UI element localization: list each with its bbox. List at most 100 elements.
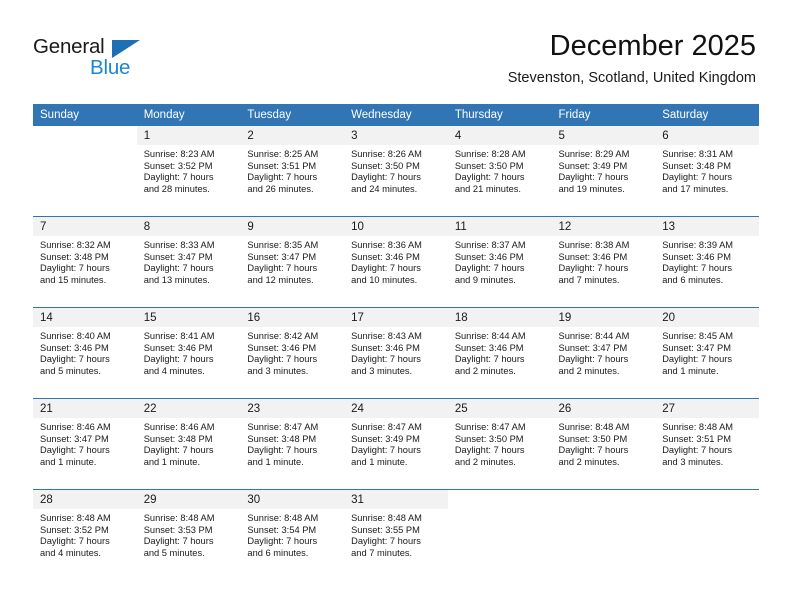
daylight-text-line2: and 17 minutes. [662, 183, 729, 194]
calendar-day-cell[interactable]: 31 Sunrise: 8:48 AM Sunset: 3:55 PM Dayligh… [344, 489, 448, 580]
sunset-text: Sunset: 3:47 PM [247, 251, 317, 262]
calendar-day-cell[interactable]: 30 Sunrise: 8:48 AM Sunset: 3:54 PM Dayligh… [240, 489, 345, 580]
sunrise-text: Sunrise: 8:36 AM [351, 240, 422, 250]
day-number: 14 [33, 308, 137, 327]
sunrise-text: Sunrise: 8:41 AM [143, 331, 215, 341]
calendar-day-cell[interactable]: 17 Sunrise: 8:43 AM Sunset: 3:46 PM Dayligh… [344, 307, 448, 399]
day-number: 20 [655, 308, 759, 327]
daylight-text-line1: Daylight: 7 hours [454, 354, 525, 365]
calendar-day-cell[interactable]: 26 Sunrise: 8:48 AM Sunset: 3:50 PM Dayligh… [551, 398, 656, 490]
sunrise-text: Sunrise: 8:45 AM [662, 331, 734, 341]
day-cell-inner: 25 Sunrise: 8:47 AM Sunset: 3:50 PM Dayligh… [447, 399, 552, 489]
daylight-text-line1: Daylight: 7 hours [454, 263, 525, 274]
calendar-day-cell[interactable]: 11 Sunrise: 8:37 AM Sunset: 3:46 PM Dayligh… [447, 216, 552, 308]
day-cell-inner: 26 Sunrise: 8:48 AM Sunset: 3:50 PM Dayligh… [551, 399, 656, 489]
daylight-text-line2: and 26 minutes. [247, 183, 314, 194]
calendar-day-cell[interactable]: 23 Sunrise: 8:47 AM Sunset: 3:48 PM Dayligh… [240, 398, 345, 490]
calendar-day-cell[interactable]: 28 Sunrise: 8:48 AM Sunset: 3:52 PM Dayligh… [33, 489, 137, 580]
day-number: 29 [136, 490, 241, 509]
calendar-day-cell[interactable]: 29 Sunrise: 8:48 AM Sunset: 3:53 PM Dayligh… [136, 489, 241, 580]
sunrise-text: Sunrise: 8:46 AM [40, 422, 111, 432]
daylight-text-line2: and 7 minutes. [351, 547, 413, 558]
daylight-text-line2: and 3 minutes. [662, 456, 724, 467]
sunset-text: Sunset: 3:50 PM [454, 160, 524, 171]
calendar-day-cell[interactable]: 20 Sunrise: 8:45 AM Sunset: 3:47 PM Dayligh… [655, 307, 759, 399]
daylight-text-line2: and 6 minutes. [247, 547, 309, 558]
day-number [33, 126, 137, 145]
daylight-text-line2: and 1 minute. [247, 456, 304, 467]
sunrise-text: Sunrise: 8:48 AM [662, 422, 734, 432]
calendar-day-cell[interactable]: 21 Sunrise: 8:46 AM Sunset: 3:47 PM Dayligh… [33, 398, 137, 490]
calendar-day-cell[interactable]: 27 Sunrise: 8:48 AM Sunset: 3:51 PM Dayligh… [655, 398, 759, 490]
calendar-day-cell[interactable]: 6 Sunrise: 8:31 AM Sunset: 3:48 PM Daylight… [655, 126, 759, 217]
day-cell-inner: 30 Sunrise: 8:48 AM Sunset: 3:54 PM Dayligh… [240, 490, 345, 580]
sunrise-text: Sunrise: 8:25 AM [247, 149, 319, 159]
calendar-day-cell[interactable]: 19 Sunrise: 8:44 AM Sunset: 3:47 PM Dayligh… [551, 307, 656, 399]
calendar-day-cell[interactable]: 16 Sunrise: 8:42 AM Sunset: 3:46 PM Dayligh… [240, 307, 345, 399]
sunset-text: Sunset: 3:51 PM [662, 433, 731, 444]
general-blue-logo: General Blue [33, 35, 233, 85]
daylight-text-line1: Daylight: 7 hours [662, 172, 732, 183]
sunrise-text: Sunrise: 8:37 AM [454, 240, 526, 250]
daylight-text-line1: Daylight: 7 hours [40, 263, 110, 274]
calendar-day-cell[interactable]: 22 Sunrise: 8:46 AM Sunset: 3:48 PM Dayligh… [136, 398, 241, 490]
daylight-text-line2: and 21 minutes. [454, 183, 521, 194]
daylight-text-line1: Daylight: 7 hours [558, 354, 629, 365]
calendar-day-cell[interactable]: 12 Sunrise: 8:38 AM Sunset: 3:46 PM Dayligh… [551, 216, 656, 308]
sunset-text: Sunset: 3:46 PM [351, 251, 420, 262]
day-details: Sunrise: 8:46 AM Sunset: 3:48 PM Daylight:… [137, 418, 241, 468]
daylight-text-line2: and 28 minutes. [143, 183, 210, 194]
daylight-text-line2: and 2 minutes. [558, 456, 620, 467]
day-details: Sunrise: 8:36 AM Sunset: 3:46 PM Daylight:… [344, 236, 448, 286]
calendar-day-cell[interactable]: 13 Sunrise: 8:39 AM Sunset: 3:46 PM Dayligh… [655, 216, 759, 308]
daylight-text-line2: and 4 minutes. [40, 547, 101, 558]
calendar-day-cell[interactable]: 2 Sunrise: 8:25 AM Sunset: 3:51 PM Daylight… [240, 126, 345, 217]
daylight-text-line1: Daylight: 7 hours [143, 445, 214, 456]
calendar-day-cell[interactable]: 4 Sunrise: 8:28 AM Sunset: 3:50 PM Daylight… [447, 126, 552, 217]
sunrise-text: Sunrise: 8:44 AM [454, 331, 526, 341]
calendar-day-cell[interactable]: 5 Sunrise: 8:29 AM Sunset: 3:49 PM Daylight… [551, 126, 656, 217]
calendar-day-cell[interactable]: 25 Sunrise: 8:47 AM Sunset: 3:50 PM Dayligh… [447, 398, 552, 490]
day-cell-inner: 27 Sunrise: 8:48 AM Sunset: 3:51 PM Dayligh… [655, 399, 759, 489]
day-details: Sunrise: 8:37 AM Sunset: 3:46 PM Daylight:… [448, 236, 552, 286]
calendar-day-cell[interactable]: 8 Sunrise: 8:33 AM Sunset: 3:47 PM Daylight… [136, 216, 241, 308]
sunset-text: Sunset: 3:46 PM [143, 342, 213, 353]
calendar-day-cell[interactable]: 7 Sunrise: 8:32 AM Sunset: 3:48 PM Daylight… [33, 216, 137, 308]
weekday-header-wednesday: Wednesday [344, 104, 448, 126]
calendar-day-cell[interactable]: 14 Sunrise: 8:40 AM Sunset: 3:46 PM Dayligh… [33, 307, 137, 399]
calendar-day-cell[interactable]: 1 Sunrise: 8:23 AM Sunset: 3:52 PM Daylight… [136, 126, 241, 217]
sunset-text: Sunset: 3:48 PM [40, 251, 109, 262]
day-cell-inner: 3 Sunrise: 8:26 AM Sunset: 3:50 PM Daylight… [344, 126, 448, 216]
calendar-day-cell[interactable]: 18 Sunrise: 8:44 AM Sunset: 3:46 PM Dayligh… [447, 307, 552, 399]
weekday-header-thursday: Thursday [447, 104, 552, 126]
sunset-text: Sunset: 3:47 PM [143, 251, 213, 262]
calendar-day-cell[interactable]: 24 Sunrise: 8:47 AM Sunset: 3:49 PM Dayligh… [344, 398, 448, 490]
sunset-text: Sunset: 3:46 PM [454, 251, 524, 262]
weekday-header-friday: Friday [551, 104, 656, 126]
day-cell-inner: 13 Sunrise: 8:39 AM Sunset: 3:46 PM Dayligh… [655, 217, 759, 307]
day-number [447, 490, 552, 509]
calendar-day-cell[interactable]: 3 Sunrise: 8:26 AM Sunset: 3:50 PM Daylight… [344, 126, 448, 217]
day-number [655, 490, 759, 509]
calendar-day-cell[interactable]: 15 Sunrise: 8:41 AM Sunset: 3:46 PM Dayligh… [136, 307, 241, 399]
daylight-text-line2: and 5 minutes. [143, 547, 205, 558]
calendar-day-cell[interactable]: 10 Sunrise: 8:36 AM Sunset: 3:46 PM Dayligh… [344, 216, 448, 308]
daylight-text-line2: and 1 minute. [143, 456, 201, 467]
day-number: 27 [655, 399, 759, 418]
daylight-text-line1: Daylight: 7 hours [40, 445, 110, 456]
day-details: Sunrise: 8:33 AM Sunset: 3:47 PM Daylight:… [137, 236, 241, 286]
daylight-text-line2: and 1 minute. [662, 365, 719, 376]
day-cell-inner: 4 Sunrise: 8:28 AM Sunset: 3:50 PM Daylight… [447, 126, 552, 216]
day-details: Sunrise: 8:26 AM Sunset: 3:50 PM Daylight:… [344, 145, 448, 195]
day-number: 3 [344, 126, 448, 145]
sunset-text: Sunset: 3:50 PM [558, 433, 628, 444]
day-cell-inner: 7 Sunrise: 8:32 AM Sunset: 3:48 PM Daylight… [33, 217, 137, 307]
day-cell-inner: 2 Sunrise: 8:25 AM Sunset: 3:51 PM Daylight… [240, 126, 345, 216]
daylight-text-line2: and 19 minutes. [558, 183, 625, 194]
sunrise-text: Sunrise: 8:28 AM [454, 149, 526, 159]
daylight-text-line1: Daylight: 7 hours [143, 172, 214, 183]
calendar-day-cell[interactable]: 9 Sunrise: 8:35 AM Sunset: 3:47 PM Daylight… [240, 216, 345, 308]
day-number: 2 [240, 126, 345, 145]
daylight-text-line1: Daylight: 7 hours [143, 263, 214, 274]
day-details: Sunrise: 8:39 AM Sunset: 3:46 PM Daylight:… [655, 236, 759, 286]
